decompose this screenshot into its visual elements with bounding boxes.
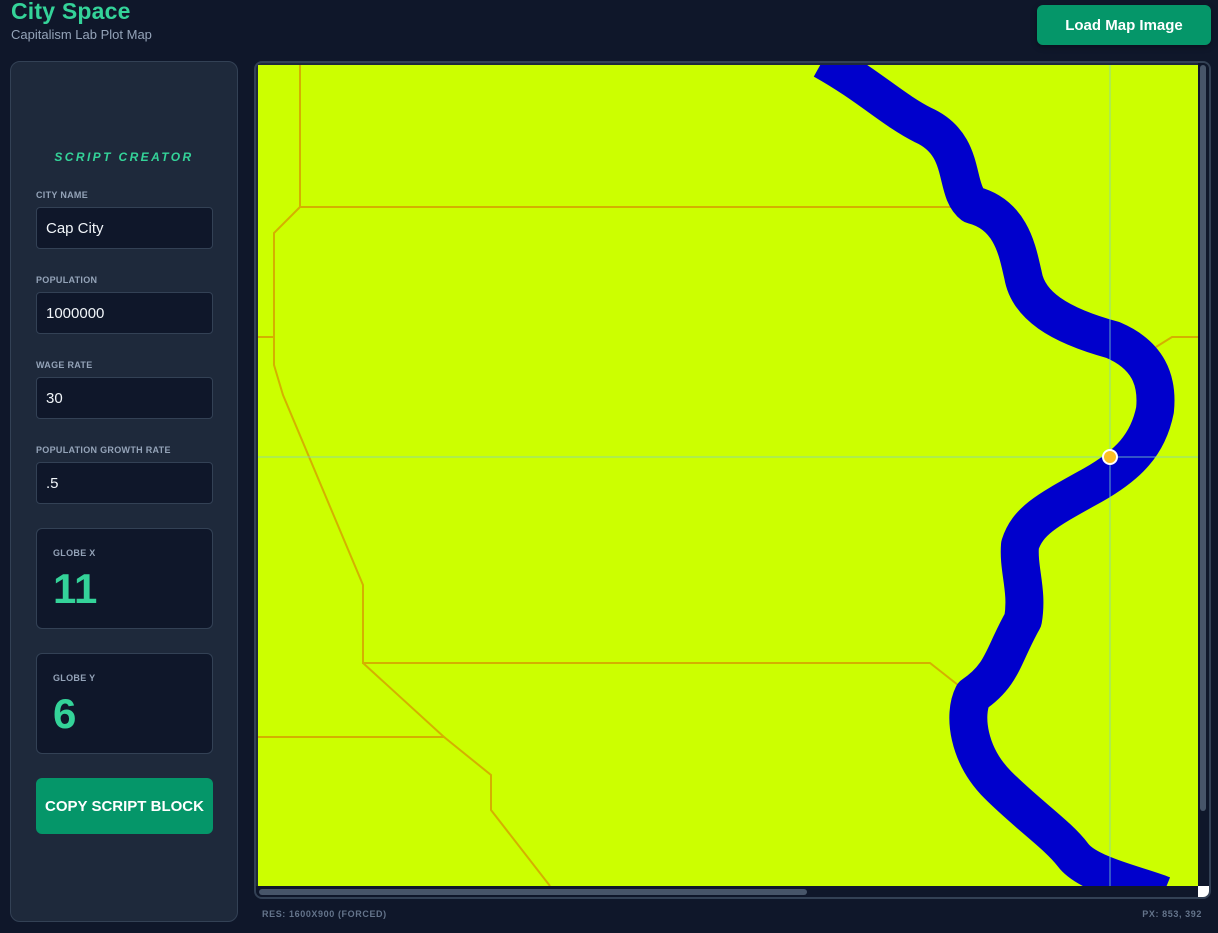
globe-y-label: GLOBE Y: [53, 673, 96, 683]
horizontal-scrollbar-thumb[interactable]: [259, 889, 807, 895]
map-land: [258, 65, 1198, 886]
plot-map-image[interactable]: [258, 65, 1198, 886]
script-creator-heading: SCRIPT CREATOR: [54, 150, 194, 164]
city-name-label: CITY NAME: [36, 190, 89, 200]
app-subtitle: Capitalism Lab Plot Map: [11, 27, 152, 42]
vertical-scrollbar-thumb[interactable]: [1200, 65, 1206, 811]
wage-rate-label: WAGE RATE: [36, 360, 93, 370]
load-map-image-button[interactable]: Load Map Image: [1037, 5, 1211, 45]
horizontal-scrollbar[interactable]: [256, 886, 1198, 897]
pixel-readout: PX: 853, 392: [1142, 909, 1202, 919]
wage-rate-input[interactable]: [36, 377, 213, 419]
city-name-input[interactable]: [36, 207, 213, 249]
population-growth-rate-input[interactable]: [36, 462, 213, 504]
population-input[interactable]: [36, 292, 213, 334]
globe-x-value: 11: [53, 565, 98, 612]
copy-script-block-button[interactable]: COPY SCRIPT BLOCK: [36, 778, 213, 834]
globe-x-card: GLOBE X 11: [36, 528, 213, 629]
resolution-readout: RES: 1600X900 (FORCED): [262, 909, 387, 919]
vertical-scrollbar[interactable]: [1198, 63, 1209, 886]
population-growth-rate-label: POPULATION GROWTH RATE: [36, 445, 171, 455]
globe-y-card: GLOBE Y 6: [36, 653, 213, 754]
script-creator-panel: SCRIPT CREATOR CITY NAME POPULATION WAGE…: [10, 61, 238, 922]
map-frame: [254, 61, 1211, 899]
selected-point-marker[interactable]: [1102, 449, 1118, 465]
population-label: POPULATION: [36, 275, 98, 285]
globe-y-value: 6: [53, 690, 77, 737]
app-title: City Space: [11, 0, 131, 24]
map-canvas[interactable]: [258, 65, 1198, 886]
scrollbar-corner: [1198, 886, 1209, 897]
globe-x-label: GLOBE X: [53, 548, 96, 558]
